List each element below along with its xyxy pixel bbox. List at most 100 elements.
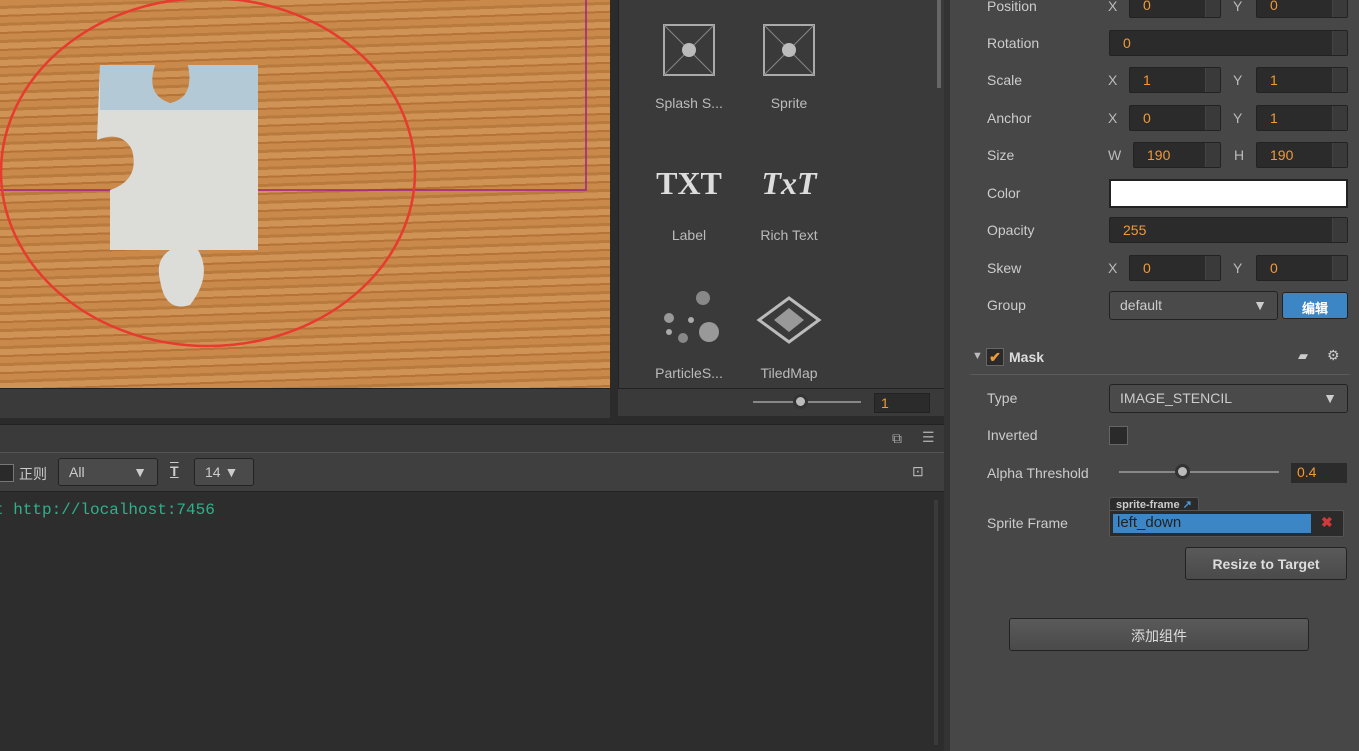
position-label: Position — [987, 0, 1037, 14]
asset-label: Splash S... — [655, 95, 723, 111]
group-value: default — [1120, 297, 1163, 313]
log-line: t http://localhost:7456 — [0, 501, 215, 519]
group-select[interactable]: default ▼ — [1109, 291, 1278, 320]
chevron-down-icon: ▼ — [1323, 390, 1337, 406]
scene-footer — [0, 388, 610, 418]
color-label: Color — [987, 185, 1021, 201]
opacity-input[interactable]: 255 — [1109, 217, 1348, 243]
axis-label: H — [1234, 147, 1245, 163]
font-size-select[interactable]: 14 ▼ — [194, 458, 254, 486]
asset-particle-system[interactable]: ParticleS... — [639, 275, 739, 381]
rotation-input[interactable]: 0 — [1109, 30, 1348, 56]
edit-group-button[interactable]: 编辑 — [1282, 292, 1348, 319]
alpha-threshold-input[interactable]: 0.4 — [1291, 463, 1347, 483]
scene-view[interactable] — [0, 0, 610, 388]
node-library-footer: 1 — [618, 388, 944, 416]
popout-icon[interactable]: ⧉ — [892, 430, 902, 447]
menu-icon[interactable]: ☰ — [922, 429, 935, 446]
label-icon: TXT — [656, 165, 722, 201]
axis-label: Y — [1233, 260, 1243, 276]
clear-icon[interactable]: ✖ — [1321, 514, 1333, 531]
slider-thumb[interactable] — [1175, 464, 1190, 479]
group-label: Group — [987, 297, 1026, 313]
axis-label: W — [1108, 147, 1122, 163]
log-level-value: All — [69, 464, 85, 480]
axis-label: X — [1108, 0, 1118, 14]
asset-sprite[interactable]: Sprite — [739, 5, 839, 111]
console-header: ⧉ ☰ — [0, 424, 944, 452]
inverted-label: Inverted — [987, 427, 1038, 443]
assets-scrollbar[interactable] — [937, 0, 941, 88]
asset-label: Label — [671, 227, 707, 243]
chevron-down-icon: ▼ — [1253, 297, 1267, 313]
console-toolbar: 正则 All ▼ T 14 ▼ ⊡ — [0, 452, 944, 492]
add-component-button[interactable]: 添加组件 — [1009, 618, 1309, 651]
opacity-label: Opacity — [987, 222, 1035, 238]
collapse-icon[interactable]: ⊡ — [912, 463, 924, 480]
resize-to-target-button[interactable]: Resize to Target — [1185, 547, 1347, 580]
canvas-boundary — [0, 0, 587, 191]
color-swatch[interactable] — [1109, 179, 1348, 208]
axis-label: X — [1108, 72, 1118, 88]
font-size-value: 14 — [205, 464, 221, 480]
asset-tiled-map[interactable]: TiledMap — [739, 275, 839, 381]
log-level-select[interactable]: All ▼ — [58, 458, 158, 486]
position-x-input[interactable]: 0 — [1129, 0, 1221, 18]
inverted-checkbox[interactable] — [1109, 426, 1128, 445]
rotation-label: Rotation — [987, 35, 1040, 51]
font-size-icon: T — [170, 463, 179, 479]
axis-label: X — [1108, 260, 1118, 276]
mask-component-header[interactable]: ▼ ✔ Mask ▰ ⚙ — [970, 340, 1350, 375]
regex-label: 正则 — [19, 466, 47, 482]
asset-label: ParticleS... — [655, 365, 723, 381]
scale-y-input[interactable]: 1 — [1256, 67, 1348, 93]
asset-label: Sprite — [770, 95, 808, 111]
anchor-x-input[interactable]: 0 — [1129, 105, 1221, 131]
console-scrollbar[interactable] — [934, 500, 938, 745]
type-label: Type — [987, 390, 1018, 406]
scale-x-input[interactable]: 1 — [1129, 67, 1221, 93]
asset-label-node[interactable]: TXT Label — [639, 140, 739, 243]
asset-splash-sprite[interactable]: Splash S... — [639, 5, 739, 111]
collapse-triangle-icon[interactable]: ▼ — [972, 350, 983, 362]
mask-title: Mask — [1009, 349, 1045, 365]
position-y-input[interactable]: 0 — [1256, 0, 1348, 18]
asset-label: Rich Text — [760, 227, 818, 243]
asset-rich-text[interactable]: TxT Rich Text — [739, 140, 839, 243]
axis-label: Y — [1233, 0, 1243, 14]
scale-label: Scale — [987, 72, 1023, 88]
size-label: Size — [987, 147, 1015, 163]
alpha-threshold-slider[interactable] — [1119, 471, 1279, 473]
size-w-input[interactable]: 190 — [1133, 142, 1221, 168]
mask-type-value: IMAGE_STENCIL — [1120, 390, 1233, 406]
size-h-input[interactable]: 190 — [1256, 142, 1348, 168]
sprite-icon — [739, 5, 839, 95]
skew-y-input[interactable]: 0 — [1256, 255, 1348, 281]
gear-icon[interactable]: ⚙ — [1327, 347, 1340, 364]
sprite-frame-label: Sprite Frame — [987, 515, 1068, 531]
inspector-panel: Position X 0 Y 0 Rotation 0 Scale X 1 Y … — [944, 0, 1359, 751]
asset-label: TiledMap — [760, 365, 818, 381]
slider-thumb[interactable] — [793, 394, 808, 409]
splash-sprite-icon — [639, 5, 739, 95]
node-library-panel: Splash S... Sprite TXT Label TxT Rich Text… — [618, 0, 944, 388]
help-book-icon[interactable]: ▰ — [1298, 348, 1308, 364]
axis-label: X — [1108, 110, 1118, 126]
mask-type-select[interactable]: IMAGE_STENCIL ▼ — [1109, 384, 1348, 413]
scene-canvas — [0, 0, 587, 348]
particle-system-icon — [639, 275, 739, 365]
skew-label: Skew — [987, 260, 1022, 276]
anchor-y-input[interactable]: 1 — [1256, 105, 1348, 131]
sprite-frame-field[interactable]: left_down ✖ — [1109, 510, 1344, 537]
skew-x-input[interactable]: 0 — [1129, 255, 1221, 281]
tiled-map-icon — [739, 275, 839, 365]
mask-enabled-checkbox[interactable]: ✔ — [986, 348, 1004, 366]
alpha-threshold-label: Alpha Threshold — [987, 465, 1089, 481]
chevron-down-icon: ▼ — [224, 464, 239, 480]
rich-text-icon: TxT — [761, 165, 817, 201]
regex-checkbox[interactable] — [0, 464, 14, 482]
axis-label: Y — [1233, 110, 1243, 126]
axis-label: Y — [1233, 72, 1243, 88]
sprite-frame-value: left_down — [1113, 514, 1311, 533]
icon-size-input[interactable]: 1 — [874, 393, 930, 413]
